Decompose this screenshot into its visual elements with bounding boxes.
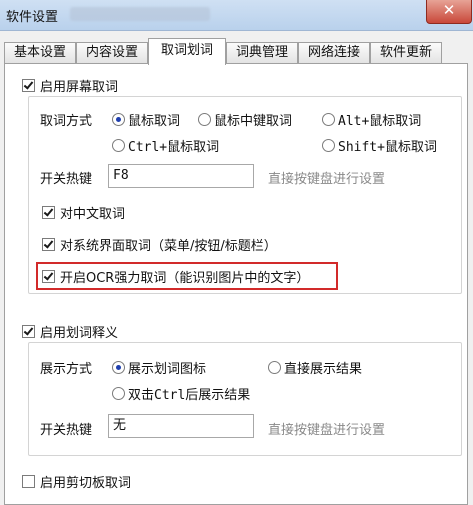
radio-ctrl-mouse-capture-label: Ctrl+鼠标取词 [128,140,220,155]
capture-method-label: 取词方式 [40,114,93,129]
enable-screen-capture-checkbox[interactable] [22,79,35,92]
display-method-label: 展示方式 [40,362,93,377]
tab-word-capture[interactable]: 取词划词 [148,38,226,65]
title-blur [70,7,210,21]
selection-hotkey-label: 开关热键 [40,423,93,438]
selection-hotkey-hint: 直接按键盘进行设置 [268,423,386,438]
tab-content-settings[interactable]: 内容设置 [76,42,148,63]
system-ui-capture-label: 对系统界面取词（菜单/按钮/标题栏） [60,239,277,254]
close-icon: ✕ [442,1,456,19]
hotkey-label: 开关热键 [40,172,93,187]
radio-show-result-directly[interactable] [268,361,281,374]
ocr-capture-checkbox[interactable] [42,270,55,283]
word-selection-hotkey-field[interactable]: 无 [108,414,254,438]
radio-middle-button-capture[interactable] [198,113,211,126]
hotkey-hint: 直接按键盘进行设置 [268,172,386,187]
enable-word-selection-checkbox[interactable] [22,325,35,338]
radio-ctrl-mouse-capture[interactable] [112,139,125,152]
enable-screen-capture-label: 启用屏幕取词 [40,80,119,95]
radio-shift-mouse-capture[interactable] [322,139,335,152]
screen-capture-hotkey-field[interactable]: F8 [108,164,254,188]
tab-software-update[interactable]: 软件更新 [370,42,442,63]
close-button[interactable]: ✕ [426,0,472,24]
enable-clipboard-capture-label: 启用剪切板取词 [40,476,132,491]
radio-shift-mouse-capture-label: Shift+鼠标取词 [338,140,437,155]
radio-middle-button-capture-label: 鼠标中键取词 [214,114,293,129]
radio-mouse-capture[interactable] [112,113,125,126]
tab-basic-settings[interactable]: 基本设置 [4,42,76,63]
radio-mouse-capture-label: 鼠标取词 [128,114,181,129]
enable-word-selection-label: 启用划词释义 [40,326,119,341]
radio-show-selection-icon[interactable] [112,361,125,374]
radio-alt-mouse-capture[interactable] [322,113,335,126]
chinese-capture-label: 对中文取词 [60,207,126,222]
tab-network-connection[interactable]: 网络连接 [298,42,370,63]
title-bar: 软件设置 [0,0,473,31]
chinese-capture-checkbox[interactable] [42,206,55,219]
tab-strip: 基本设置 内容设置 取词划词 词典管理 网络连接 软件更新 [0,38,473,65]
radio-show-selection-icon-label: 展示划词图标 [128,362,207,377]
radio-alt-mouse-capture-label: Alt+鼠标取词 [338,114,422,129]
radio-double-ctrl-show[interactable] [112,387,125,400]
radio-show-result-directly-label: 直接展示结果 [284,362,363,377]
enable-clipboard-capture-checkbox[interactable] [22,475,35,488]
ocr-capture-label: 开启OCR强力取词（能识别图片中的文字） [60,271,310,286]
window-title: 软件设置 [6,10,59,25]
tab-dictionary-management[interactable]: 词典管理 [226,42,298,63]
system-ui-capture-checkbox[interactable] [42,238,55,251]
radio-double-ctrl-show-label: 双击Ctrl后展示结果 [128,388,251,403]
